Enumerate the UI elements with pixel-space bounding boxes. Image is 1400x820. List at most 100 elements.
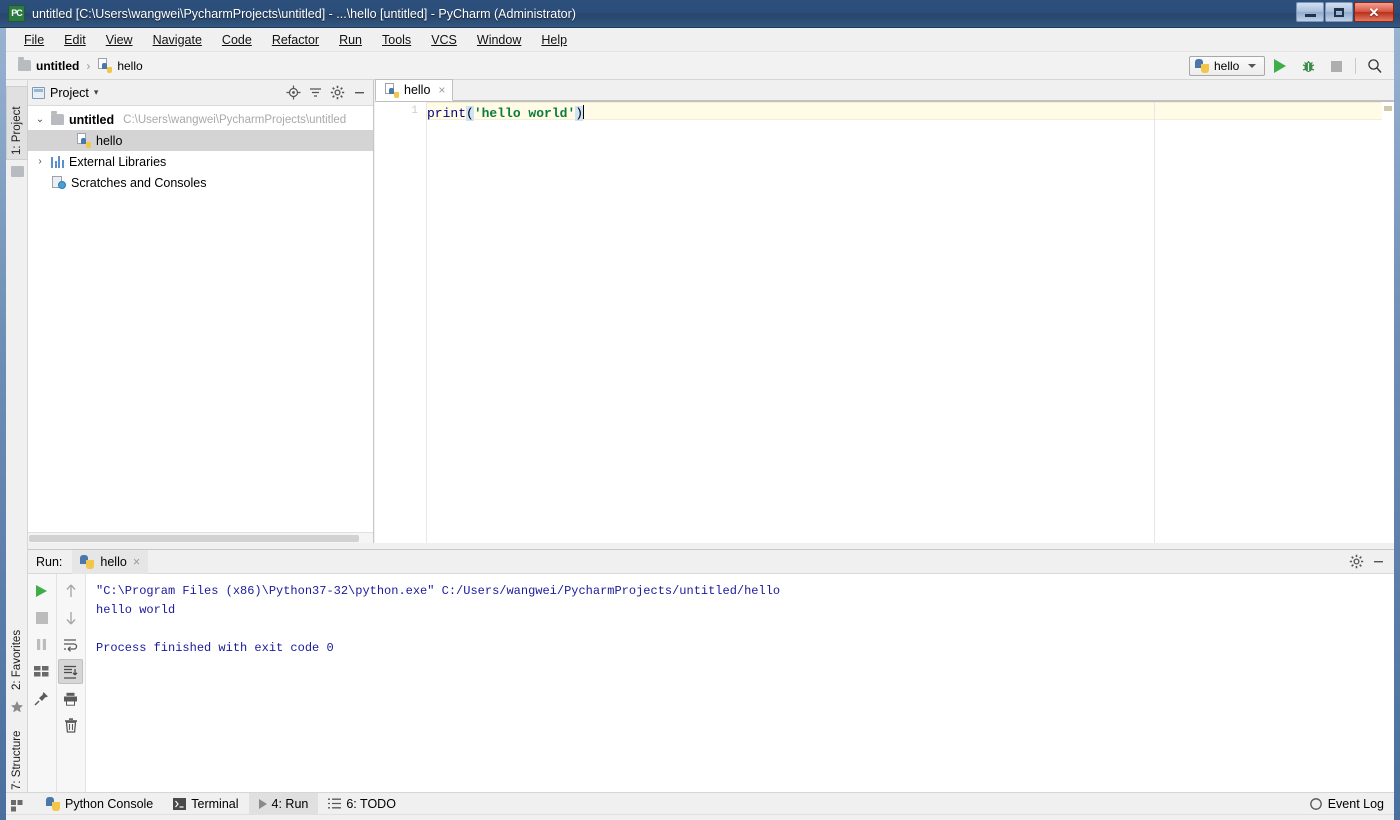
clear-all-button[interactable]	[58, 713, 83, 738]
menu-code[interactable]: Code	[212, 30, 262, 50]
run-button[interactable]	[1267, 55, 1293, 77]
collapse-all-button[interactable]	[305, 83, 325, 103]
layout-icon	[33, 666, 49, 677]
hide-run-button[interactable]	[1368, 552, 1388, 572]
up-stack-button[interactable]	[58, 578, 83, 603]
project-icon	[11, 166, 24, 177]
editor-vertical-scrollbar[interactable]	[1382, 102, 1394, 543]
chevron-right-icon[interactable]: ›	[34, 156, 46, 167]
print-button[interactable]	[58, 686, 83, 711]
soft-wrap-button[interactable]	[58, 632, 83, 657]
pin-icon	[34, 692, 49, 706]
breadcrumb-untitled[interactable]: untitled	[14, 57, 83, 75]
layout-button[interactable]	[29, 659, 54, 684]
pause-output-button[interactable]	[29, 632, 54, 657]
sidebar-item-structure[interactable]: 7: Structure	[6, 716, 28, 794]
project-icon	[32, 86, 45, 99]
scrollbar-thumb[interactable]	[29, 535, 359, 542]
run-icon	[258, 798, 267, 809]
arrow-down-icon	[66, 611, 76, 624]
maximize-button[interactable]	[1325, 2, 1353, 22]
down-stack-button[interactable]	[58, 605, 83, 630]
project-tree[interactable]: ⌄ untitled C:\Users\wangwei\PycharmProje…	[28, 106, 373, 532]
event-log-button[interactable]: Event Log	[1309, 797, 1394, 811]
chevron-down-icon[interactable]: ⌄	[34, 114, 46, 125]
menu-refactor[interactable]: Refactor	[262, 30, 329, 50]
tree-item-hello[interactable]: hello	[28, 130, 373, 151]
status-bar: 1:21 n/a UTF-8 ▲▼ 4 spaces ▲▼	[6, 814, 1394, 820]
sidebar-item-project[interactable]: 1: Project	[6, 86, 28, 160]
stop-icon	[1330, 60, 1342, 72]
run-configuration-selector[interactable]: hello	[1189, 56, 1265, 76]
project-panel-title[interactable]: Project ▾	[32, 86, 98, 100]
bottom-tool-bar: Python Console Terminal 4: Run 6: TODO E…	[6, 792, 1394, 815]
rerun-button[interactable]	[29, 578, 54, 603]
search-everywhere-button[interactable]	[1362, 55, 1388, 77]
navigation-bar: untitled › hello hello	[6, 52, 1394, 80]
menu-navigate[interactable]: Navigate	[143, 30, 212, 50]
editor-area: hello × 1 print('hello world')	[375, 79, 1394, 543]
code-editor[interactable]: 1 print('hello world')	[375, 102, 1394, 543]
tool-tab-label: 7: Structure	[11, 730, 23, 790]
run-configuration-label: hello	[1214, 59, 1240, 73]
stop-process-button[interactable]	[29, 605, 54, 630]
close-icon[interactable]: ×	[133, 555, 140, 569]
scroll-to-end-icon	[64, 665, 78, 679]
menu-vcs[interactable]: VCS	[421, 30, 467, 50]
menu-view[interactable]: View	[96, 30, 143, 50]
collapse-all-icon	[309, 88, 321, 97]
sidebar-item-favorites[interactable]: 2: Favorites	[6, 608, 28, 694]
menu-run[interactable]: Run	[329, 30, 372, 50]
close-icon[interactable]: ×	[438, 83, 445, 97]
bug-icon	[1302, 60, 1314, 72]
console-line: Process finished with exit code 0	[96, 641, 334, 655]
crosshair-icon	[286, 85, 300, 100]
bottom-tab-todo[interactable]: 6: TODO	[318, 793, 406, 815]
bottom-tab-python-console[interactable]: Python Console	[36, 793, 163, 815]
run-tab-hello[interactable]: hello ×	[72, 549, 149, 574]
project-horizontal-scrollbar[interactable]	[28, 532, 373, 543]
todo-icon	[328, 798, 342, 809]
menu-bar: File Edit View Navigate Code Refactor Ru…	[6, 28, 1394, 52]
run-tab-label: hello	[100, 554, 127, 569]
minimize-button[interactable]	[1296, 2, 1324, 22]
locate-button[interactable]	[283, 83, 303, 103]
console-output[interactable]: "C:\Program Files (x86)\Python37-32\pyth…	[86, 574, 1394, 792]
toolbar-separator	[1355, 58, 1356, 74]
settings-button[interactable]	[327, 83, 347, 103]
close-button[interactable]: ✕	[1354, 2, 1394, 22]
breadcrumb-separator: ›	[86, 58, 91, 73]
python-icon	[80, 554, 95, 569]
menu-file[interactable]: File	[14, 30, 54, 50]
menu-tools[interactable]: Tools	[372, 30, 421, 50]
tool-tab-label: 1: Project	[11, 106, 23, 155]
scroll-to-end-button[interactable]	[58, 659, 84, 684]
debug-button[interactable]	[1295, 55, 1321, 77]
breadcrumb-label: hello	[117, 58, 143, 73]
console-vertical-scrollbar[interactable]	[1382, 574, 1394, 792]
tree-item-external-libraries[interactable]: › External Libraries	[28, 151, 373, 172]
breadcrumb-hello[interactable]: hello	[93, 56, 146, 75]
bottom-tab-run[interactable]: 4: Run	[248, 792, 319, 815]
editor-gutter[interactable]: 1	[375, 102, 427, 543]
code-line-1[interactable]: print('hello world')	[427, 105, 585, 121]
minimize-icon	[1373, 561, 1383, 563]
editor-tab-hello[interactable]: hello ×	[375, 79, 454, 101]
run-settings-button[interactable]	[1346, 552, 1366, 572]
tree-item-scratches-and-consoles[interactable]: Scratches and Consoles	[28, 172, 373, 193]
menu-edit[interactable]: Edit	[54, 30, 96, 50]
tree-item-untitled[interactable]: ⌄ untitled C:\Users\wangwei\PycharmProje…	[28, 109, 373, 130]
stop-button[interactable]	[1323, 55, 1349, 77]
bottom-tab-terminal[interactable]: Terminal	[163, 793, 248, 815]
code-token-string: 'hello world'	[473, 106, 576, 121]
folder-icon	[51, 111, 64, 125]
printer-icon	[64, 692, 78, 706]
left-tool-strip: 1: Project 2: Favorites 7: Structure	[6, 80, 28, 812]
menu-window[interactable]: Window	[467, 30, 531, 50]
pin-tab-button[interactable]	[29, 686, 54, 711]
menu-help[interactable]: Help	[531, 30, 577, 50]
tree-item-label: External Libraries	[69, 154, 167, 169]
pycharm-window: PC untitled [C:\Users\wangwei\PycharmPro…	[0, 0, 1400, 820]
hide-button[interactable]	[349, 83, 369, 103]
